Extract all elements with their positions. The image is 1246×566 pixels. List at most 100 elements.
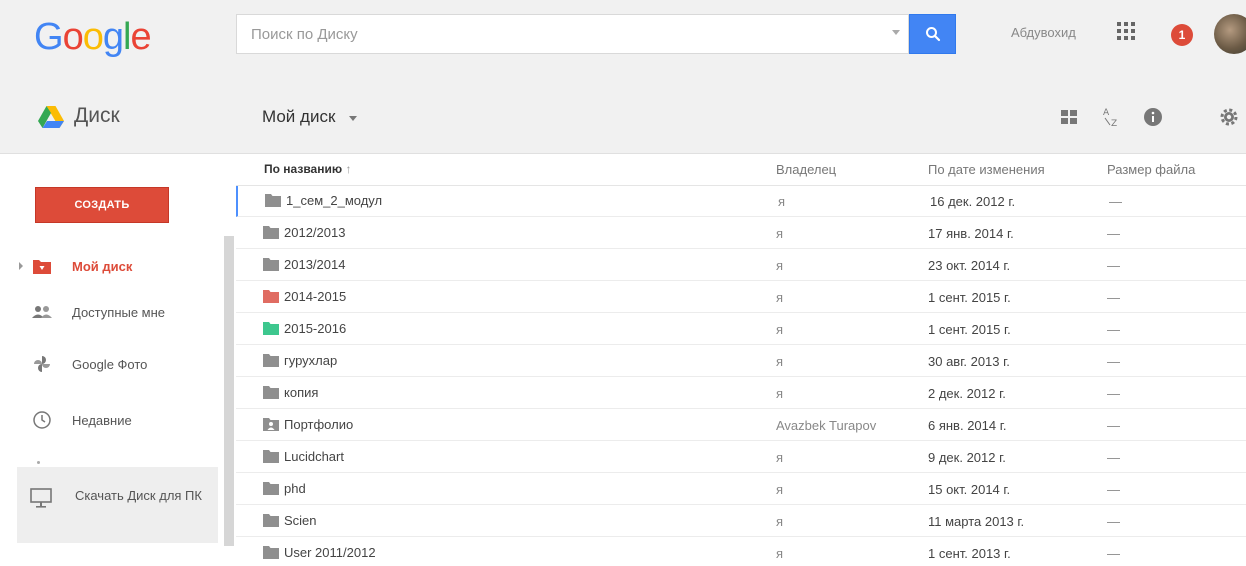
sidebar-item-shared[interactable]: Доступные мне (0, 292, 224, 332)
file-size: — (1107, 418, 1120, 433)
file-modified-date: 2 дек. 2012 г. (928, 386, 1006, 401)
sidebar-item-label: Мой диск (72, 258, 133, 274)
table-row[interactable]: 1_сем_2_модул я 16 дек. 2012 г. — (236, 186, 1246, 217)
sidebar-item-recent[interactable]: Недавние (0, 400, 224, 440)
table-row[interactable]: phd я 15 окт. 2014 г. — (236, 474, 1246, 505)
folder-icon (263, 482, 279, 495)
app-title: Диск (74, 104, 120, 127)
file-name: 2014-2015 (284, 289, 347, 304)
file-modified-date: 6 янв. 2014 г. (928, 418, 1007, 433)
avatar[interactable] (1214, 14, 1246, 54)
file-name: Портфолио (284, 417, 354, 432)
file-size: — (1107, 514, 1120, 529)
gear-icon[interactable] (1216, 104, 1242, 130)
file-owner: я (776, 514, 784, 529)
column-header-name[interactable]: По названию ↑ (264, 162, 351, 176)
folder-icon (265, 194, 281, 207)
file-size: — (1107, 450, 1120, 465)
file-owner: я (776, 386, 784, 401)
file-size: — (1107, 322, 1120, 337)
shared-folder-icon (263, 418, 279, 431)
top-bar: Google Абдувохид 1 (0, 0, 1246, 82)
table-row[interactable]: User 2011/2012 я 1 сент. 2013 г. — (236, 538, 1246, 566)
folder-icon (263, 290, 279, 303)
file-name: Scien (284, 513, 317, 528)
file-name: phd (284, 481, 306, 496)
notifications-badge[interactable]: 1 (1171, 24, 1193, 46)
folder-icon (263, 546, 279, 559)
download-drive-for-pc[interactable]: Скачать Диск для ПК (17, 467, 218, 543)
sidebar-item-photos[interactable]: Google Фото (0, 344, 224, 384)
table-row[interactable]: Lucidchart я 9 дек. 2012 г. — (236, 442, 1246, 473)
google-drive-logo-icon (38, 106, 64, 128)
apps-grid-icon[interactable] (1117, 22, 1135, 40)
file-modified-date: 1 сент. 2015 г. (928, 322, 1011, 337)
sidebar: СОЗДАТЬ Мой диск Доступные мне Google Фо… (0, 154, 236, 566)
create-button[interactable]: СОЗДАТЬ (35, 187, 169, 223)
column-header-modified[interactable]: По дате изменения (928, 162, 1045, 177)
file-name: User 2011/2012 (284, 545, 376, 560)
file-name: копия (284, 385, 319, 400)
file-modified-date: 17 янв. 2014 г. (928, 226, 1014, 241)
file-size: — (1107, 546, 1120, 561)
sort-az-icon[interactable]: A Z (1098, 104, 1124, 130)
table-row[interactable]: 2012/2013 я 17 янв. 2014 г. — (236, 218, 1246, 249)
svg-text:A: A (1103, 108, 1110, 118)
table-row[interactable]: копия я 2 дек. 2012 г. — (236, 378, 1246, 409)
folder-icon (263, 258, 279, 271)
search-input[interactable] (237, 15, 877, 53)
file-modified-date: 1 сент. 2015 г. (928, 290, 1011, 305)
file-owner: я (776, 258, 784, 273)
file-owner: я (776, 450, 784, 465)
file-owner: я (776, 290, 784, 305)
info-icon[interactable] (1140, 104, 1166, 130)
logo-letter: e (130, 16, 151, 58)
table-row[interactable]: гурухлар я 30 авг. 2013 г. — (236, 346, 1246, 377)
file-owner: я (776, 354, 784, 369)
chevron-down-icon[interactable] (349, 116, 357, 121)
sidebar-scrollbar[interactable] (224, 236, 234, 546)
file-size: — (1107, 386, 1120, 401)
column-header-size[interactable]: Размер файла (1107, 162, 1195, 177)
grid-view-icon[interactable] (1056, 104, 1082, 130)
folder-icon (263, 450, 279, 463)
file-size: — (1107, 482, 1120, 497)
file-owner: я (776, 322, 784, 337)
file-modified-date: 11 марта 2013 г. (928, 514, 1025, 529)
download-label: Скачать Диск для ПК (75, 488, 202, 503)
column-header-label: По названию (264, 162, 343, 176)
file-size: — (1107, 354, 1120, 369)
search-options-dropdown-icon[interactable] (892, 30, 900, 35)
file-name: Lucidchart (284, 449, 344, 464)
sidebar-item-my-drive[interactable]: Мой диск (0, 246, 224, 286)
file-modified-date: 23 окт. 2014 г. (928, 258, 1011, 273)
file-size: — (1109, 194, 1122, 209)
file-owner: я (776, 482, 784, 497)
column-header-owner[interactable]: Владелец (776, 162, 836, 177)
table-row[interactable]: Портфолио Avazbek Turapov 6 янв. 2014 г. — (236, 410, 1246, 441)
shared-people-icon (32, 302, 52, 322)
user-name[interactable]: Абдувохид (1011, 25, 1076, 40)
search-button[interactable] (909, 14, 956, 54)
search-icon (925, 27, 940, 42)
logo-letter: G (34, 16, 64, 58)
table-row[interactable]: 2013/2014 я 23 окт. 2014 г. — (236, 250, 1246, 281)
photos-pinwheel-icon (32, 354, 52, 374)
current-folder-title[interactable]: Мой диск (262, 107, 335, 127)
logo-letter: g (102, 16, 124, 58)
svg-text:Z: Z (1111, 119, 1117, 128)
sidebar-item-label: Недавние (72, 412, 132, 428)
file-modified-date: 15 окт. 2014 г. (928, 482, 1011, 497)
table-row[interactable]: 2014-2015 я 1 сент. 2015 г. — (236, 282, 1246, 313)
file-size: — (1107, 290, 1120, 305)
monitor-icon (30, 487, 52, 514)
logo-letter: l (122, 16, 132, 58)
search-box (236, 14, 909, 54)
google-logo[interactable]: Google (34, 16, 152, 59)
table-row[interactable]: Scien я 11 марта 2013 г. — (236, 506, 1246, 537)
file-modified-date: 16 дек. 2012 г. (930, 194, 1016, 209)
file-name: 1_сем_2_модул (286, 193, 383, 208)
expand-arrow-icon[interactable] (19, 262, 23, 270)
table-row[interactable]: 2015-2016 я 1 сент. 2015 г. — (236, 314, 1246, 345)
file-owner: Avazbek Turapov (776, 418, 877, 433)
